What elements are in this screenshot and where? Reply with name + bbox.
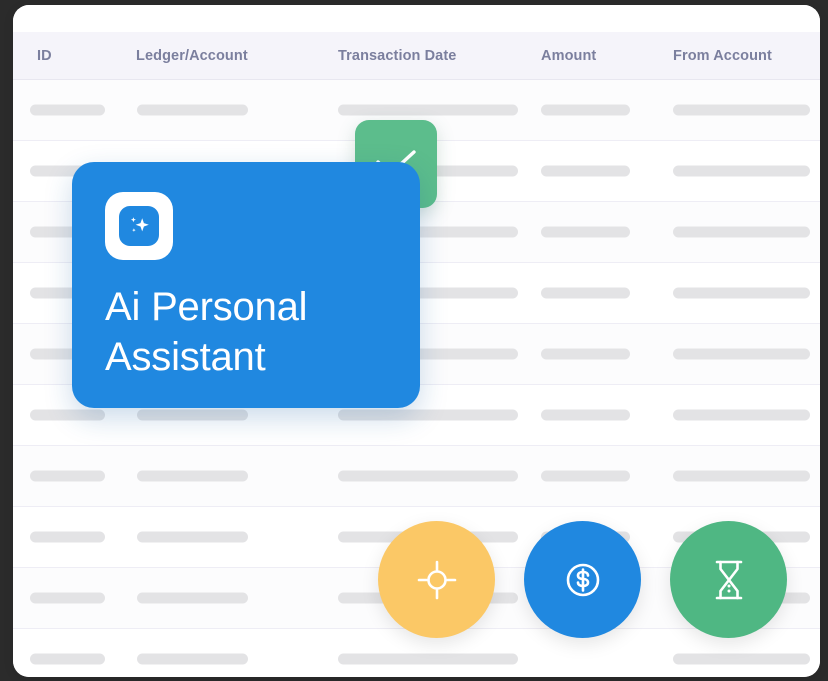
cell-placeholder-from <box>673 470 810 482</box>
card-top-padding <box>13 5 820 32</box>
cell-placeholder-id <box>30 409 105 421</box>
column-header-from[interactable]: From Account <box>673 48 772 64</box>
cell-placeholder-from <box>673 348 810 360</box>
cell-placeholder-date <box>338 409 518 421</box>
cell-placeholder-id <box>30 531 105 543</box>
cell-placeholder-ledger <box>137 592 248 604</box>
cell-placeholder-from <box>673 104 810 116</box>
table-header-row: ID Ledger/Account Transaction Date Amoun… <box>13 32 820 80</box>
cell-placeholder-amount <box>541 104 630 116</box>
cell-placeholder-from <box>673 287 810 299</box>
cell-placeholder-from <box>673 409 810 421</box>
cell-placeholder-id <box>30 653 105 665</box>
column-header-date[interactable]: Transaction Date <box>338 48 456 64</box>
hourglass-icon <box>707 556 751 604</box>
ai-personal-assistant-card[interactable]: Ai Personal Assistant <box>72 162 420 408</box>
target-icon <box>413 556 461 604</box>
cell-placeholder-amount <box>541 409 630 421</box>
cell-placeholder-from <box>673 165 810 177</box>
screenshot-stage: ID Ledger/Account Transaction Date Amoun… <box>0 0 828 681</box>
cell-placeholder-amount <box>541 287 630 299</box>
sparkle-icon <box>119 206 159 246</box>
cell-placeholder-ledger <box>137 653 248 665</box>
cell-placeholder-from <box>673 226 810 238</box>
column-header-ledger[interactable]: Ledger/Account <box>136 48 248 64</box>
cell-placeholder-date <box>338 104 518 116</box>
time-badge[interactable] <box>670 521 787 638</box>
cell-placeholder-amount <box>541 348 630 360</box>
column-header-id[interactable]: ID <box>37 48 52 64</box>
dollar-coin-icon <box>559 556 607 604</box>
target-badge[interactable] <box>378 521 495 638</box>
table-row[interactable] <box>13 446 820 507</box>
cell-placeholder-date <box>338 653 518 665</box>
cell-placeholder-ledger <box>137 470 248 482</box>
cell-placeholder-date <box>338 470 518 482</box>
ai-icon-container <box>105 192 173 260</box>
cell-placeholder-id <box>30 470 105 482</box>
cell-placeholder-amount <box>541 226 630 238</box>
cell-placeholder-ledger <box>137 409 248 421</box>
currency-badge[interactable] <box>524 521 641 638</box>
ai-card-title: Ai Personal Assistant <box>105 285 308 379</box>
cell-placeholder-amount <box>541 165 630 177</box>
cell-placeholder-amount <box>541 470 630 482</box>
table-row[interactable] <box>13 629 820 677</box>
cell-placeholder-id <box>30 592 105 604</box>
cell-placeholder-id <box>30 104 105 116</box>
cell-placeholder-ledger <box>137 104 248 116</box>
cell-placeholder-from <box>673 653 810 665</box>
cell-placeholder-ledger <box>137 531 248 543</box>
column-header-amount[interactable]: Amount <box>541 48 596 64</box>
